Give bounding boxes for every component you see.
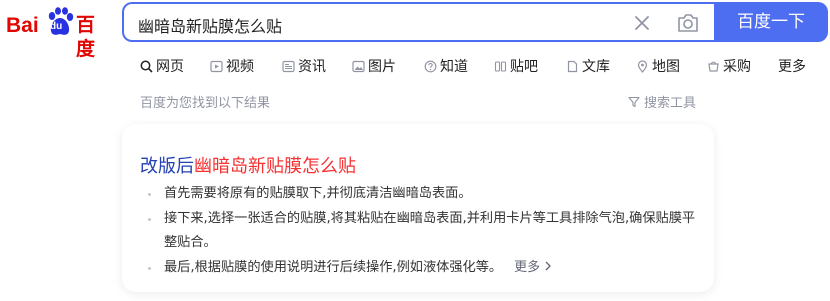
tab-label: 网页 bbox=[156, 59, 184, 75]
camera-icon[interactable] bbox=[676, 12, 700, 34]
more-link[interactable]: 更多 bbox=[514, 260, 552, 275]
tab-label: 贴吧 bbox=[510, 59, 538, 75]
tab-map[interactable]: 地图 bbox=[636, 54, 680, 78]
bullet-text: 首先需要将原有的贴膜取下,并彻底清洁幽暗岛表面。 bbox=[164, 186, 472, 201]
search-query: 幽暗岛新贴膜怎么贴 bbox=[138, 17, 283, 36]
search-bar: 幽暗岛新贴膜怎么贴 百度一下 bbox=[122, 2, 828, 42]
tab-video[interactable]: 视频 bbox=[210, 54, 254, 78]
map-pin-icon bbox=[637, 59, 648, 73]
bullet-text: 接下来,选择一张适合的贴膜,将其粘贴在幽暗岛表面,并利用卡片等工具排除气泡,确保… bbox=[164, 210, 696, 251]
search-tools-button[interactable]: 搜索工具 bbox=[628, 92, 696, 111]
list-item: 首先需要将原有的贴膜取下,并彻底清洁幽暗岛表面。 bbox=[138, 182, 708, 207]
logo-text-du: du bbox=[50, 21, 63, 32]
image-icon bbox=[352, 60, 365, 72]
tab-label: 图片 bbox=[368, 59, 396, 75]
result-count: 百度为您找到以下结果 bbox=[140, 96, 271, 111]
tab-more[interactable]: 更多 bbox=[778, 54, 806, 78]
filter-icon bbox=[628, 96, 640, 107]
chevron-right-icon bbox=[544, 256, 552, 281]
tab-label: 更多 bbox=[778, 59, 806, 75]
tab-news[interactable]: 资讯 bbox=[282, 54, 326, 78]
video-icon bbox=[210, 60, 223, 72]
tieba-icon bbox=[494, 60, 507, 72]
bullet-text: 最后,根据贴膜的使用说明进行后续操作,例如液体强化等。 bbox=[164, 259, 503, 275]
baidu-logo[interactable]: Bai du 百度 bbox=[6, 4, 110, 60]
tab-label: 知道 bbox=[440, 59, 468, 75]
tab-tieba[interactable]: 贴吧 bbox=[494, 54, 538, 78]
tab-purchase[interactable]: 采购 bbox=[707, 54, 751, 78]
tab-web[interactable]: 网页 bbox=[140, 54, 184, 78]
question-icon bbox=[424, 60, 437, 72]
search-input[interactable]: 幽暗岛新贴膜怎么贴 bbox=[122, 2, 718, 42]
list-item: 接下来,选择一张适合的贴膜,将其粘贴在幽暗岛表面,并利用卡片等工具排除气泡,确保… bbox=[138, 207, 708, 256]
tab-zhidao[interactable]: 知道 bbox=[424, 54, 468, 78]
more-label: 更多 bbox=[514, 259, 541, 275]
search-button[interactable]: 百度一下 bbox=[714, 2, 828, 42]
logo-text-bai: Bai bbox=[6, 14, 39, 37]
result-card: 改版后幽暗岛新贴膜怎么贴 首先需要将原有的贴膜取下,并彻底清洁幽暗岛表面。 接下… bbox=[122, 124, 714, 292]
tab-label: 文库 bbox=[582, 59, 610, 75]
result-title-prefix: 改版后 bbox=[140, 156, 194, 177]
tab-label: 采购 bbox=[723, 59, 751, 75]
result-title-keyword: 幽暗岛新贴膜怎么贴 bbox=[194, 156, 356, 177]
result-title[interactable]: 改版后幽暗岛新贴膜怎么贴 bbox=[140, 152, 356, 178]
tab-label: 地图 bbox=[652, 59, 680, 75]
cart-icon bbox=[708, 61, 719, 72]
search-tools-label: 搜索工具 bbox=[644, 96, 697, 111]
tab-images[interactable]: 图片 bbox=[352, 54, 396, 78]
tab-label: 资讯 bbox=[298, 59, 326, 75]
news-icon bbox=[282, 60, 295, 72]
list-item: 最后,根据贴膜的使用说明进行后续操作,例如液体强化等。 更多 bbox=[138, 256, 708, 281]
tab-label: 视频 bbox=[226, 59, 254, 75]
search-icon bbox=[140, 60, 153, 73]
document-icon bbox=[567, 60, 578, 72]
result-bullets: 首先需要将原有的贴膜取下,并彻底清洁幽暗岛表面。 接下来,选择一张适合的贴膜,将… bbox=[138, 182, 708, 280]
logo-text-baidu: 百度 bbox=[76, 15, 96, 60]
tab-wenku[interactable]: 文库 bbox=[566, 54, 610, 78]
close-icon[interactable] bbox=[632, 13, 652, 33]
